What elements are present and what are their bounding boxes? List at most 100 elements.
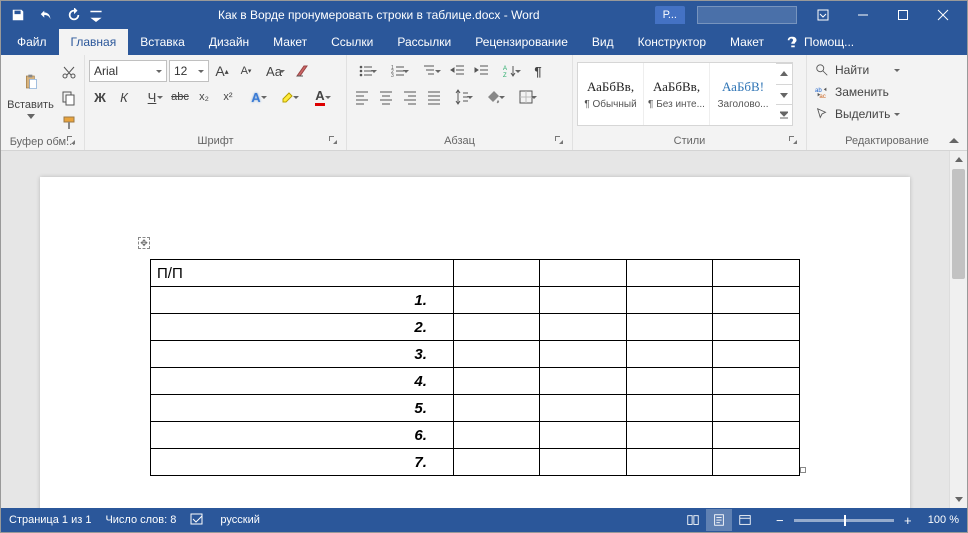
group-paragraph: 123 AZ ¶ Абзац xyxy=(347,55,573,150)
font-color-button[interactable]: A xyxy=(305,86,335,108)
undo-icon[interactable] xyxy=(33,3,59,27)
bullets-button[interactable] xyxy=(351,60,381,82)
tab-view[interactable]: Вид xyxy=(580,29,626,55)
scroll-up-icon[interactable] xyxy=(950,151,967,169)
document-table[interactable]: П/П 1. 2. 3. 4. 5. 6. 7. xyxy=(150,259,800,476)
vertical-scrollbar[interactable] xyxy=(949,151,967,508)
grow-font-icon[interactable]: A▴ xyxy=(211,60,233,82)
tab-table-design[interactable]: Конструктор xyxy=(626,29,718,55)
copy-icon[interactable] xyxy=(58,87,80,109)
tell-me[interactable]: Помощ... xyxy=(776,29,864,55)
numbering-button[interactable]: 123 xyxy=(383,60,413,82)
borders-button[interactable] xyxy=(511,86,541,108)
redo-icon[interactable] xyxy=(61,3,87,27)
font-name-combo[interactable]: Arial xyxy=(89,60,167,82)
tab-home[interactable]: Главная xyxy=(59,29,129,55)
qat-customize-icon[interactable] xyxy=(89,3,103,27)
status-words[interactable]: Число слов: 8 xyxy=(105,514,176,526)
line-spacing-button[interactable] xyxy=(447,86,477,108)
cut-icon[interactable] xyxy=(58,62,80,84)
zoom-out-button[interactable]: − xyxy=(772,513,788,528)
increase-indent-icon[interactable] xyxy=(471,60,493,82)
tab-review[interactable]: Рецензирование xyxy=(463,29,580,55)
table-row: 2. xyxy=(151,314,800,341)
text-effects-button[interactable]: A xyxy=(241,86,271,108)
align-right-icon[interactable] xyxy=(399,86,421,108)
sort-button[interactable]: AZ xyxy=(495,60,525,82)
gallery-scroll[interactable] xyxy=(776,63,792,125)
spellcheck-icon[interactable] xyxy=(190,512,206,529)
minimize-icon[interactable] xyxy=(843,2,883,28)
subscript-button[interactable]: x₂ xyxy=(193,86,215,108)
dialog-launcher-icon[interactable] xyxy=(553,135,565,147)
page[interactable]: ✥ П/П 1. 2. 3. 4. 5. 6. 7. xyxy=(40,177,910,508)
style-normal[interactable]: АаБбВв,¶ Обычный xyxy=(578,63,644,125)
tab-table-layout[interactable]: Макет xyxy=(718,29,776,55)
tab-insert[interactable]: Вставка xyxy=(128,29,197,55)
align-center-icon[interactable] xyxy=(375,86,397,108)
shading-button[interactable] xyxy=(479,86,509,108)
ribbon-options-icon[interactable] xyxy=(803,2,843,28)
tab-file[interactable]: Файл xyxy=(5,29,59,55)
underline-button[interactable]: Ч xyxy=(137,86,167,108)
titlebar: Как в Ворде пронумеровать строки в табли… xyxy=(1,1,967,29)
strike-button[interactable]: abc xyxy=(169,86,191,108)
bold-button[interactable]: Ж xyxy=(89,86,111,108)
dialog-launcher-icon[interactable] xyxy=(327,135,339,147)
tab-references[interactable]: Ссылки xyxy=(319,29,385,55)
styles-gallery[interactable]: АаБбВв,¶ Обычный АаБбВв,¶ Без инте... Аа… xyxy=(577,62,793,126)
style-heading1[interactable]: АаБбВ!Заголово... xyxy=(710,63,776,125)
zoom-slider[interactable] xyxy=(794,519,894,522)
status-language[interactable]: русский xyxy=(220,514,259,526)
group-editing: Найти abacЗаменить Выделить Редактирован… xyxy=(807,55,967,150)
scrollbar-thumb[interactable] xyxy=(952,169,965,279)
tab-design[interactable]: Дизайн xyxy=(197,29,261,55)
superscript-button[interactable]: x² xyxy=(217,86,239,108)
paste-button[interactable]: Вставить xyxy=(5,58,56,128)
table-header-cell[interactable]: П/П xyxy=(151,260,454,287)
align-left-icon[interactable] xyxy=(351,86,373,108)
highlight-button[interactable] xyxy=(273,86,303,108)
group-styles: АаБбВв,¶ Обычный АаБбВв,¶ Без инте... Аа… xyxy=(573,55,807,150)
table-anchor-icon[interactable]: ✥ xyxy=(138,237,150,249)
multilevel-button[interactable] xyxy=(415,60,445,82)
table-row: 5. xyxy=(151,395,800,422)
dialog-launcher-icon[interactable] xyxy=(65,135,77,147)
tab-layout[interactable]: Макет xyxy=(261,29,319,55)
extra-tab[interactable]: Р... xyxy=(655,6,685,24)
style-no-spacing[interactable]: АаБбВв,¶ Без инте... xyxy=(644,63,710,125)
read-mode-icon[interactable] xyxy=(680,509,706,531)
justify-icon[interactable] xyxy=(423,86,445,108)
select-button[interactable]: Выделить xyxy=(815,104,900,124)
zoom-value[interactable]: 100 % xyxy=(928,514,959,526)
show-marks-icon[interactable]: ¶ xyxy=(527,60,549,82)
paste-icon xyxy=(16,67,46,97)
italic-button[interactable]: К xyxy=(113,86,135,108)
font-size-combo[interactable]: 12 xyxy=(169,60,209,82)
change-case-button[interactable]: Aa xyxy=(259,60,289,82)
replace-button[interactable]: abacЗаменить xyxy=(815,82,900,102)
group-label-styles: Стили xyxy=(577,133,802,150)
clear-format-icon[interactable] xyxy=(291,60,313,82)
table-row: П/П xyxy=(151,260,800,287)
shrink-font-icon[interactable]: A▾ xyxy=(235,60,257,82)
web-layout-icon[interactable] xyxy=(732,509,758,531)
ribbon: Вставить Буфер обм... Arial 12 A▴ A▾ Aa … xyxy=(1,55,967,151)
dialog-launcher-icon[interactable] xyxy=(787,135,799,147)
collapse-ribbon-icon[interactable] xyxy=(945,134,963,148)
zoom-in-button[interactable]: + xyxy=(900,513,916,528)
scroll-down-icon[interactable] xyxy=(950,490,967,508)
save-icon[interactable] xyxy=(5,3,31,27)
close-icon[interactable] xyxy=(923,2,963,28)
maximize-icon[interactable] xyxy=(883,2,923,28)
find-button[interactable]: Найти xyxy=(815,60,900,80)
window-title: Как в Ворде пронумеровать строки в табли… xyxy=(103,8,655,22)
tab-mailings[interactable]: Рассылки xyxy=(385,29,463,55)
decrease-indent-icon[interactable] xyxy=(447,60,469,82)
print-layout-icon[interactable] xyxy=(706,509,732,531)
status-page[interactable]: Страница 1 из 1 xyxy=(9,514,91,526)
format-painter-icon[interactable] xyxy=(58,112,80,134)
table-resize-handle[interactable] xyxy=(800,467,806,473)
account-placeholder[interactable] xyxy=(697,6,797,24)
view-buttons xyxy=(680,509,758,531)
